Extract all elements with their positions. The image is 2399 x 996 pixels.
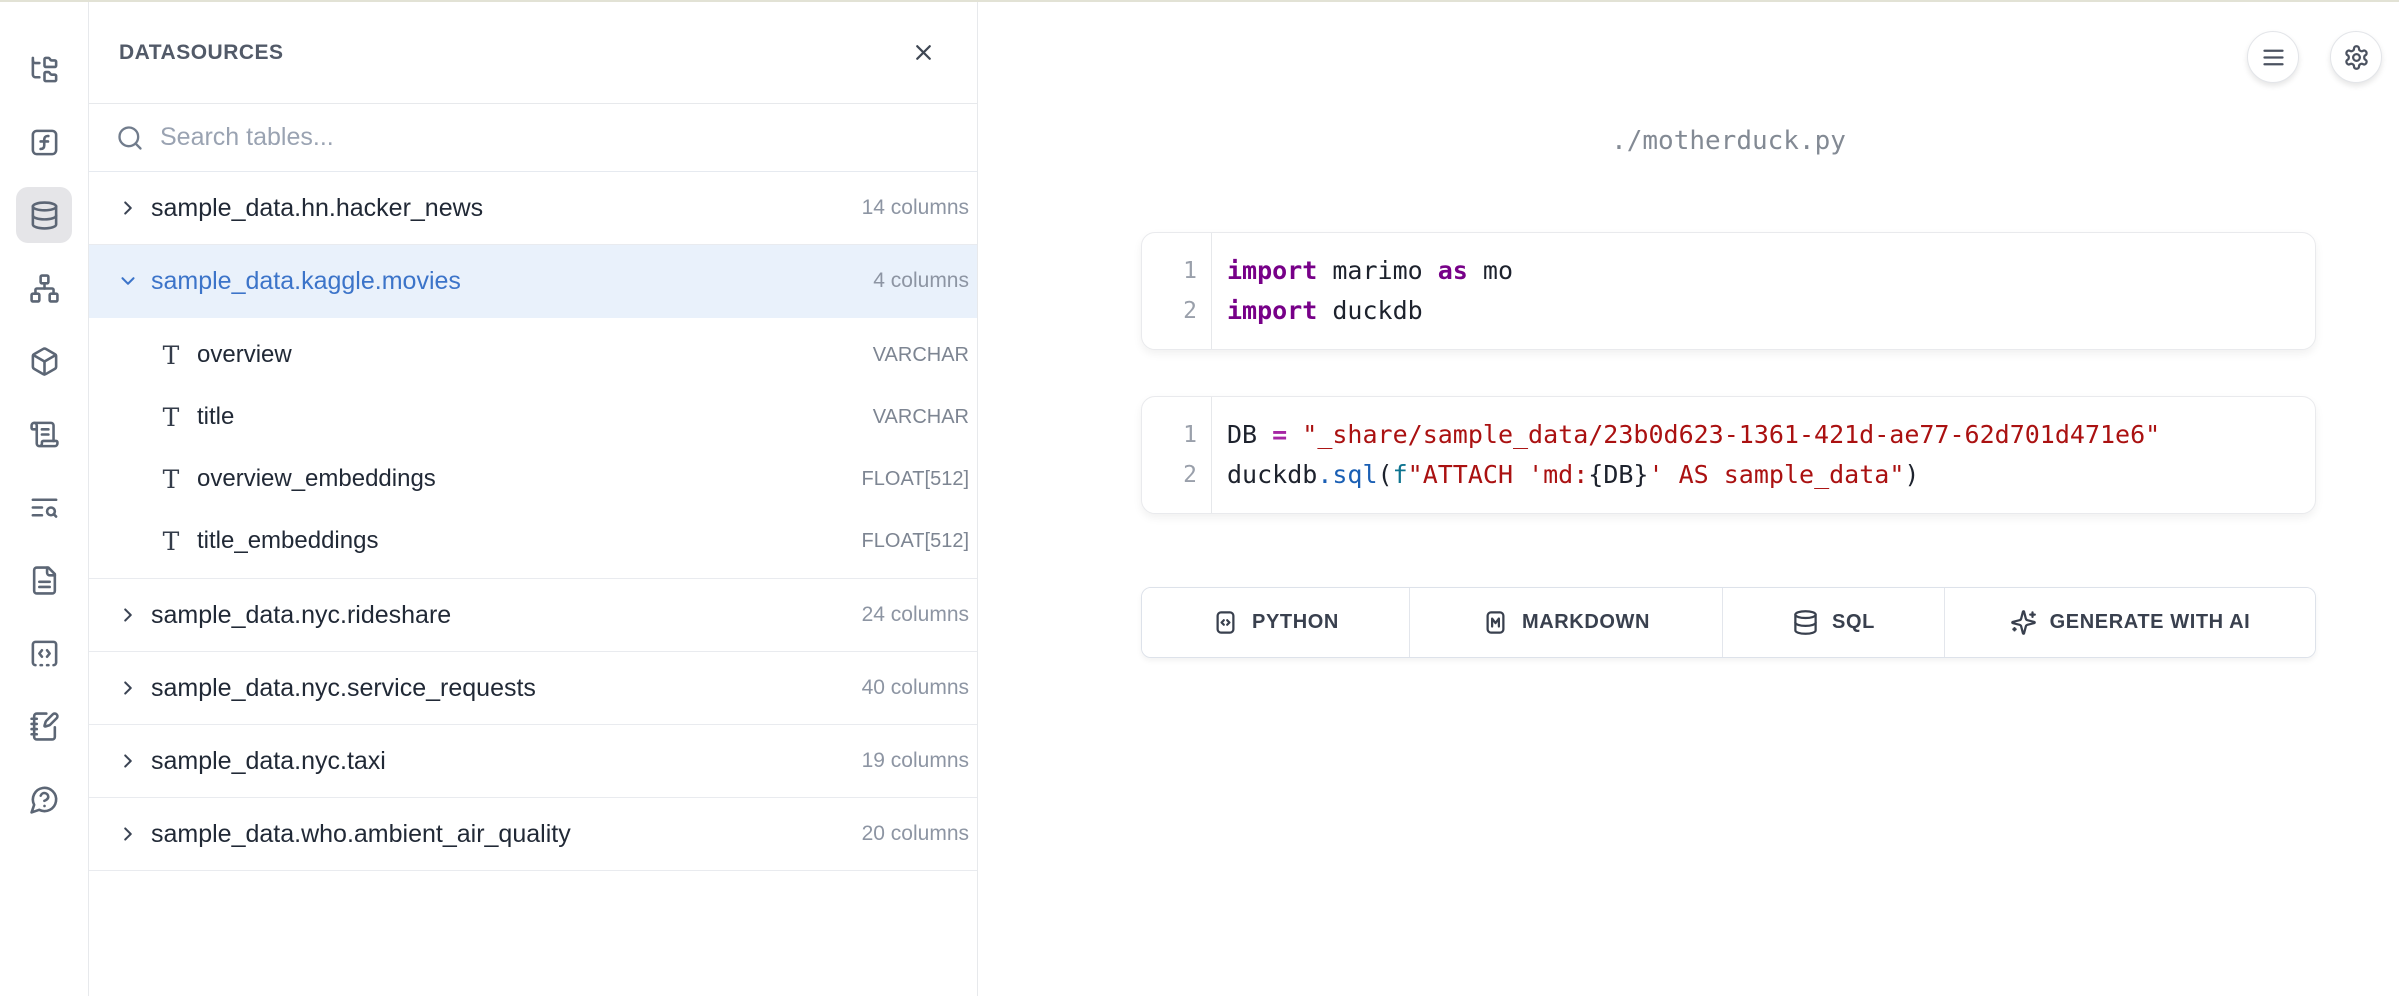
gear-icon xyxy=(2343,44,2370,71)
activity-bar xyxy=(0,2,89,996)
generate-with-ai-label: GENERATE WITH AI xyxy=(2050,611,2251,634)
code-content: import marimo as moimport duckdb xyxy=(1212,233,1533,349)
column-row[interactable]: T title_embeddings FLOAT[512] xyxy=(89,510,977,572)
column-row[interactable]: T overview_embeddings FLOAT[512] xyxy=(89,448,977,510)
column-name: overview_embeddings xyxy=(197,465,436,493)
add-markdown-label: MARKDOWN xyxy=(1522,611,1650,634)
panel-header: DATASOURCES xyxy=(89,2,977,104)
window-top-edge xyxy=(0,0,2399,2)
markdown-cell-icon xyxy=(1482,609,1509,636)
column-row[interactable]: T overview VARCHAR xyxy=(89,324,977,386)
table-name: sample_data.nyc.service_requests xyxy=(151,674,536,703)
notebook-filename[interactable]: ./motherduck.py xyxy=(1141,126,2316,156)
scratchpad-icon[interactable] xyxy=(16,698,72,754)
column-name: title xyxy=(197,403,234,431)
notebook-area: ./motherduck.py 12import marimo as moimp… xyxy=(979,2,2399,996)
help-icon[interactable] xyxy=(16,771,72,827)
add-sql-label: SQL xyxy=(1832,611,1875,634)
panel-title: DATASOURCES xyxy=(119,41,284,65)
search-bar xyxy=(89,104,977,172)
search-input[interactable] xyxy=(160,104,977,171)
generate-with-ai-button[interactable]: GENERATE WITH AI xyxy=(1945,588,2315,657)
table-name: sample_data.nyc.taxi xyxy=(151,747,386,776)
logs-icon[interactable] xyxy=(16,406,72,462)
column-name: overview xyxy=(197,341,292,369)
table-row[interactable]: sample_data.who.ambient_air_quality 20 c… xyxy=(89,798,977,871)
cells-container: 12import marimo as moimport duckdb12DB =… xyxy=(1141,232,2316,514)
table-columns-count: 24 columns xyxy=(862,603,969,627)
close-icon[interactable] xyxy=(905,35,941,71)
add-python-cell-button[interactable]: PYTHON xyxy=(1142,588,1410,657)
settings-button[interactable] xyxy=(2330,31,2382,83)
text-type-icon: T xyxy=(159,527,183,556)
table-name: sample_data.nyc.rideshare xyxy=(151,601,451,630)
code-cell[interactable]: 12import marimo as moimport duckdb xyxy=(1141,232,2316,350)
chevron-right-icon xyxy=(115,195,141,221)
python-cell-icon xyxy=(1212,609,1239,636)
add-sql-cell-button[interactable]: SQL xyxy=(1723,588,1945,657)
table-columns-group: T overview VARCHAR T title VARCHAR T ove… xyxy=(89,318,977,579)
table-columns-count: 40 columns xyxy=(862,676,969,700)
column-type: FLOAT[512] xyxy=(862,530,969,553)
table-row[interactable]: sample_data.nyc.rideshare 24 columns xyxy=(89,579,977,652)
menu-button[interactable] xyxy=(2247,31,2299,83)
file-explorer-icon[interactable] xyxy=(16,41,72,97)
code-content: DB = "_share/sample_data/23b0d623-1361-4… xyxy=(1212,397,2180,513)
code-cell[interactable]: 12DB = "_share/sample_data/23b0d623-1361… xyxy=(1141,396,2316,514)
sparkles-icon xyxy=(2010,609,2037,636)
text-type-icon: T xyxy=(159,341,183,370)
column-row[interactable]: T title VARCHAR xyxy=(89,386,977,448)
chevron-down-icon xyxy=(115,268,141,294)
table-row[interactable]: sample_data.nyc.taxi 19 columns xyxy=(89,725,977,798)
hamburger-icon xyxy=(2260,44,2287,71)
variables-icon[interactable] xyxy=(16,114,72,170)
add-python-label: PYTHON xyxy=(1252,611,1339,634)
table-name: sample_data.who.ambient_air_quality xyxy=(151,820,571,849)
line-numbers: 12 xyxy=(1142,233,1212,349)
table-name: sample_data.kaggle.movies xyxy=(151,267,461,296)
chevron-right-icon xyxy=(115,675,141,701)
text-type-icon: T xyxy=(159,465,183,494)
table-name: sample_data.hn.hacker_news xyxy=(151,194,483,223)
snippets-icon[interactable] xyxy=(16,625,72,681)
documentation-icon[interactable] xyxy=(16,552,72,608)
chevron-right-icon xyxy=(115,748,141,774)
column-name: title_embeddings xyxy=(197,527,378,555)
sql-cell-icon xyxy=(1792,609,1819,636)
table-columns-count: 14 columns xyxy=(862,196,969,220)
packages-icon[interactable] xyxy=(16,333,72,389)
table-row[interactable]: sample_data.hn.hacker_news 14 columns xyxy=(89,172,977,245)
search-logs-icon[interactable] xyxy=(16,479,72,535)
datasources-panel: DATASOURCES sample_data.hn.hacker_news 1… xyxy=(89,2,978,996)
table-columns-count: 19 columns xyxy=(862,749,969,773)
chevron-right-icon xyxy=(115,602,141,628)
line-numbers: 12 xyxy=(1142,397,1212,513)
text-type-icon: T xyxy=(159,403,183,432)
table-columns-count: 4 columns xyxy=(873,269,969,293)
table-row[interactable]: sample_data.kaggle.movies 4 columns xyxy=(89,245,977,318)
table-columns-count: 20 columns xyxy=(862,822,969,846)
column-type: VARCHAR xyxy=(873,344,969,367)
add-cell-bar: PYTHON MARKDOWN SQL GENERATE WITH AI xyxy=(1141,587,2316,658)
dependency-graph-icon[interactable] xyxy=(16,260,72,316)
add-markdown-cell-button[interactable]: MARKDOWN xyxy=(1410,588,1723,657)
table-row[interactable]: sample_data.nyc.service_requests 40 colu… xyxy=(89,652,977,725)
chevron-right-icon xyxy=(115,821,141,847)
column-type: FLOAT[512] xyxy=(862,468,969,491)
column-type: VARCHAR xyxy=(873,406,969,429)
datasources-icon[interactable] xyxy=(16,187,72,243)
search-icon xyxy=(116,124,144,152)
tables-list: sample_data.hn.hacker_news 14 columns sa… xyxy=(89,172,977,871)
